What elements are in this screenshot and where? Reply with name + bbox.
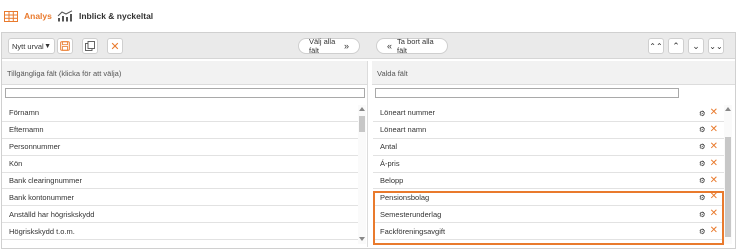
- gear-icon[interactable]: ⚙: [699, 176, 706, 185]
- move-up-button[interactable]: ⌃: [668, 38, 684, 54]
- remove-icon[interactable]: ✕: [710, 141, 718, 152]
- gear-icon[interactable]: ⚙: [699, 109, 706, 118]
- chevron-down-icon: ⌄: [692, 40, 700, 51]
- available-field-item[interactable]: Högriskskydd t.o.m.: [2, 223, 358, 241]
- selected-fields-filter-input[interactable]: [375, 88, 679, 98]
- tab-inblick-label: Inblick & nyckeltal: [79, 11, 154, 21]
- field-label: Personnummer: [9, 142, 61, 152]
- tab-bar: Analys Inblick & nyckeltal: [0, 0, 738, 32]
- table-icon: [4, 10, 18, 22]
- save-icon: [60, 41, 70, 51]
- chevron-up-icon: ⌃: [672, 40, 680, 51]
- gear-icon[interactable]: ⚙: [699, 193, 706, 202]
- scroll-up-arrow[interactable]: [725, 107, 731, 111]
- gear-icon[interactable]: ⚙: [699, 125, 706, 134]
- remove-icon[interactable]: ✕: [710, 226, 718, 236]
- field-label: Antal: [380, 142, 398, 152]
- field-label: Fackföreningsavgift: [380, 226, 446, 236]
- save-button[interactable]: [57, 38, 73, 54]
- scroll-thumb[interactable]: [725, 137, 731, 237]
- field-label: Förnamn: [9, 108, 40, 118]
- field-label: Bank clearingnummer: [9, 176, 82, 185]
- available-field-item[interactable]: Bank kontonummer: [2, 189, 358, 207]
- remove-all-fields-button[interactable]: « Ta bort alla fält: [376, 37, 448, 55]
- tab-inblick-nyckeltal[interactable]: Inblick & nyckeltal: [57, 9, 153, 23]
- selected-field-item[interactable]: Fackföreningsavgift ⚙ ✕: [373, 223, 724, 241]
- available-fields-title: Tillgängliga fält (klicka för att välja): [7, 69, 122, 78]
- field-label: Kön: [9, 159, 23, 169]
- field-label: Efternamn: [9, 125, 44, 135]
- remove-icon[interactable]: ✕: [710, 124, 718, 135]
- close-icon: ✕: [110, 40, 120, 53]
- remove-icon[interactable]: ✕: [710, 158, 718, 169]
- available-fields-filter-input[interactable]: [5, 88, 365, 98]
- selected-field-item[interactable]: Antal ⚙ ✕: [373, 139, 724, 156]
- double-chevron-right-icon: »: [343, 41, 349, 51]
- remove-all-label: Ta bort alla fält: [397, 37, 434, 55]
- selected-fields-list: Löneart nummer ⚙ ✕ Löneart namn ⚙ ✕ Antal …: [373, 105, 724, 244]
- selection-dropdown[interactable]: Nytt urval ▼: [8, 38, 55, 54]
- chart-icon: [57, 10, 73, 22]
- select-all-label: Välj alla fält: [309, 37, 336, 55]
- field-label: Löneart nummer: [380, 108, 436, 118]
- gear-icon[interactable]: ⚙: [699, 159, 706, 168]
- selected-field-item[interactable]: Belopp ⚙ ✕: [373, 173, 724, 190]
- gear-icon[interactable]: ⚙: [699, 227, 706, 236]
- field-label: Á-pris: [380, 159, 400, 169]
- field-label: Semesterunderlag: [380, 209, 442, 219]
- chevron-down-icon: ▼: [44, 42, 51, 50]
- selected-field-item[interactable]: Löneart nummer ⚙ ✕: [373, 105, 724, 122]
- available-fields-header: Tillgängliga fält (klicka för att välja): [2, 61, 367, 85]
- gear-icon[interactable]: ⚙: [699, 210, 706, 219]
- toolbar: Nytt urval ▼ ✕ Välj alla fält » « Ta bor…: [2, 33, 735, 59]
- field-label: Anställd har högriskskydd: [9, 209, 95, 219]
- gear-icon[interactable]: ⚙: [699, 142, 706, 151]
- selected-field-item[interactable]: Löneart namn ⚙ ✕: [373, 122, 724, 139]
- selected-fields-header: Valda fält: [372, 61, 735, 85]
- available-field-item[interactable]: Efternamn: [2, 122, 358, 139]
- remove-icon[interactable]: ✕: [710, 209, 718, 219]
- tab-analys[interactable]: Analys: [4, 9, 52, 23]
- copy-button[interactable]: [82, 38, 98, 54]
- select-all-fields-button[interactable]: Välj alla fält »: [298, 37, 360, 55]
- field-label: Belopp: [380, 176, 404, 185]
- field-label: Löneart namn: [380, 125, 427, 135]
- available-field-item[interactable]: Personnummer: [2, 139, 358, 156]
- move-bottom-button[interactable]: ⌄⌄: [708, 38, 724, 54]
- selected-field-item[interactable]: Pensionsbolag ⚙ ✕: [373, 189, 724, 207]
- move-down-button[interactable]: ⌄: [688, 38, 704, 54]
- scroll-down-arrow[interactable]: [359, 237, 365, 241]
- available-field-item[interactable]: Kön: [2, 156, 358, 173]
- double-chevron-left-icon: «: [387, 41, 393, 51]
- available-field-item[interactable]: Förnamn: [2, 105, 358, 122]
- available-fields-list: Förnamn Efternamn Personnummer Kön Bank …: [2, 105, 358, 244]
- selected-field-item[interactable]: Á-pris ⚙ ✕: [373, 156, 724, 173]
- available-fields-scrollbar[interactable]: [358, 105, 366, 244]
- selected-fields-scrollbar[interactable]: [724, 105, 732, 244]
- selection-dropdown-value: Nytt urval: [12, 41, 44, 51]
- field-label: Pensionsbolag: [380, 192, 430, 202]
- copy-icon: [85, 41, 95, 51]
- remove-icon[interactable]: ✕: [710, 192, 718, 202]
- scroll-up-arrow[interactable]: [359, 107, 365, 111]
- panel-divider: [367, 61, 368, 247]
- move-top-button[interactable]: ⌃⌃: [648, 38, 664, 54]
- selected-field-item[interactable]: Semesterunderlag ⚙ ✕: [373, 206, 724, 224]
- scroll-thumb[interactable]: [359, 116, 365, 132]
- selected-fields-title: Valda fält: [377, 69, 408, 78]
- available-field-item[interactable]: Bank clearingnummer: [2, 173, 358, 190]
- remove-icon[interactable]: ✕: [710, 108, 718, 118]
- available-field-item[interactable]: Anställd har högriskskydd: [2, 206, 358, 224]
- field-label: Högriskskydd t.o.m.: [9, 226, 75, 236]
- double-chevron-down-icon: ⌄⌄: [709, 41, 723, 51]
- remove-icon[interactable]: ✕: [710, 175, 718, 186]
- tab-analys-label: Analys: [24, 11, 52, 21]
- field-label: Bank kontonummer: [9, 192, 75, 202]
- double-chevron-up-icon: ⌃⌃: [649, 41, 663, 51]
- delete-selection-button[interactable]: ✕: [107, 38, 123, 54]
